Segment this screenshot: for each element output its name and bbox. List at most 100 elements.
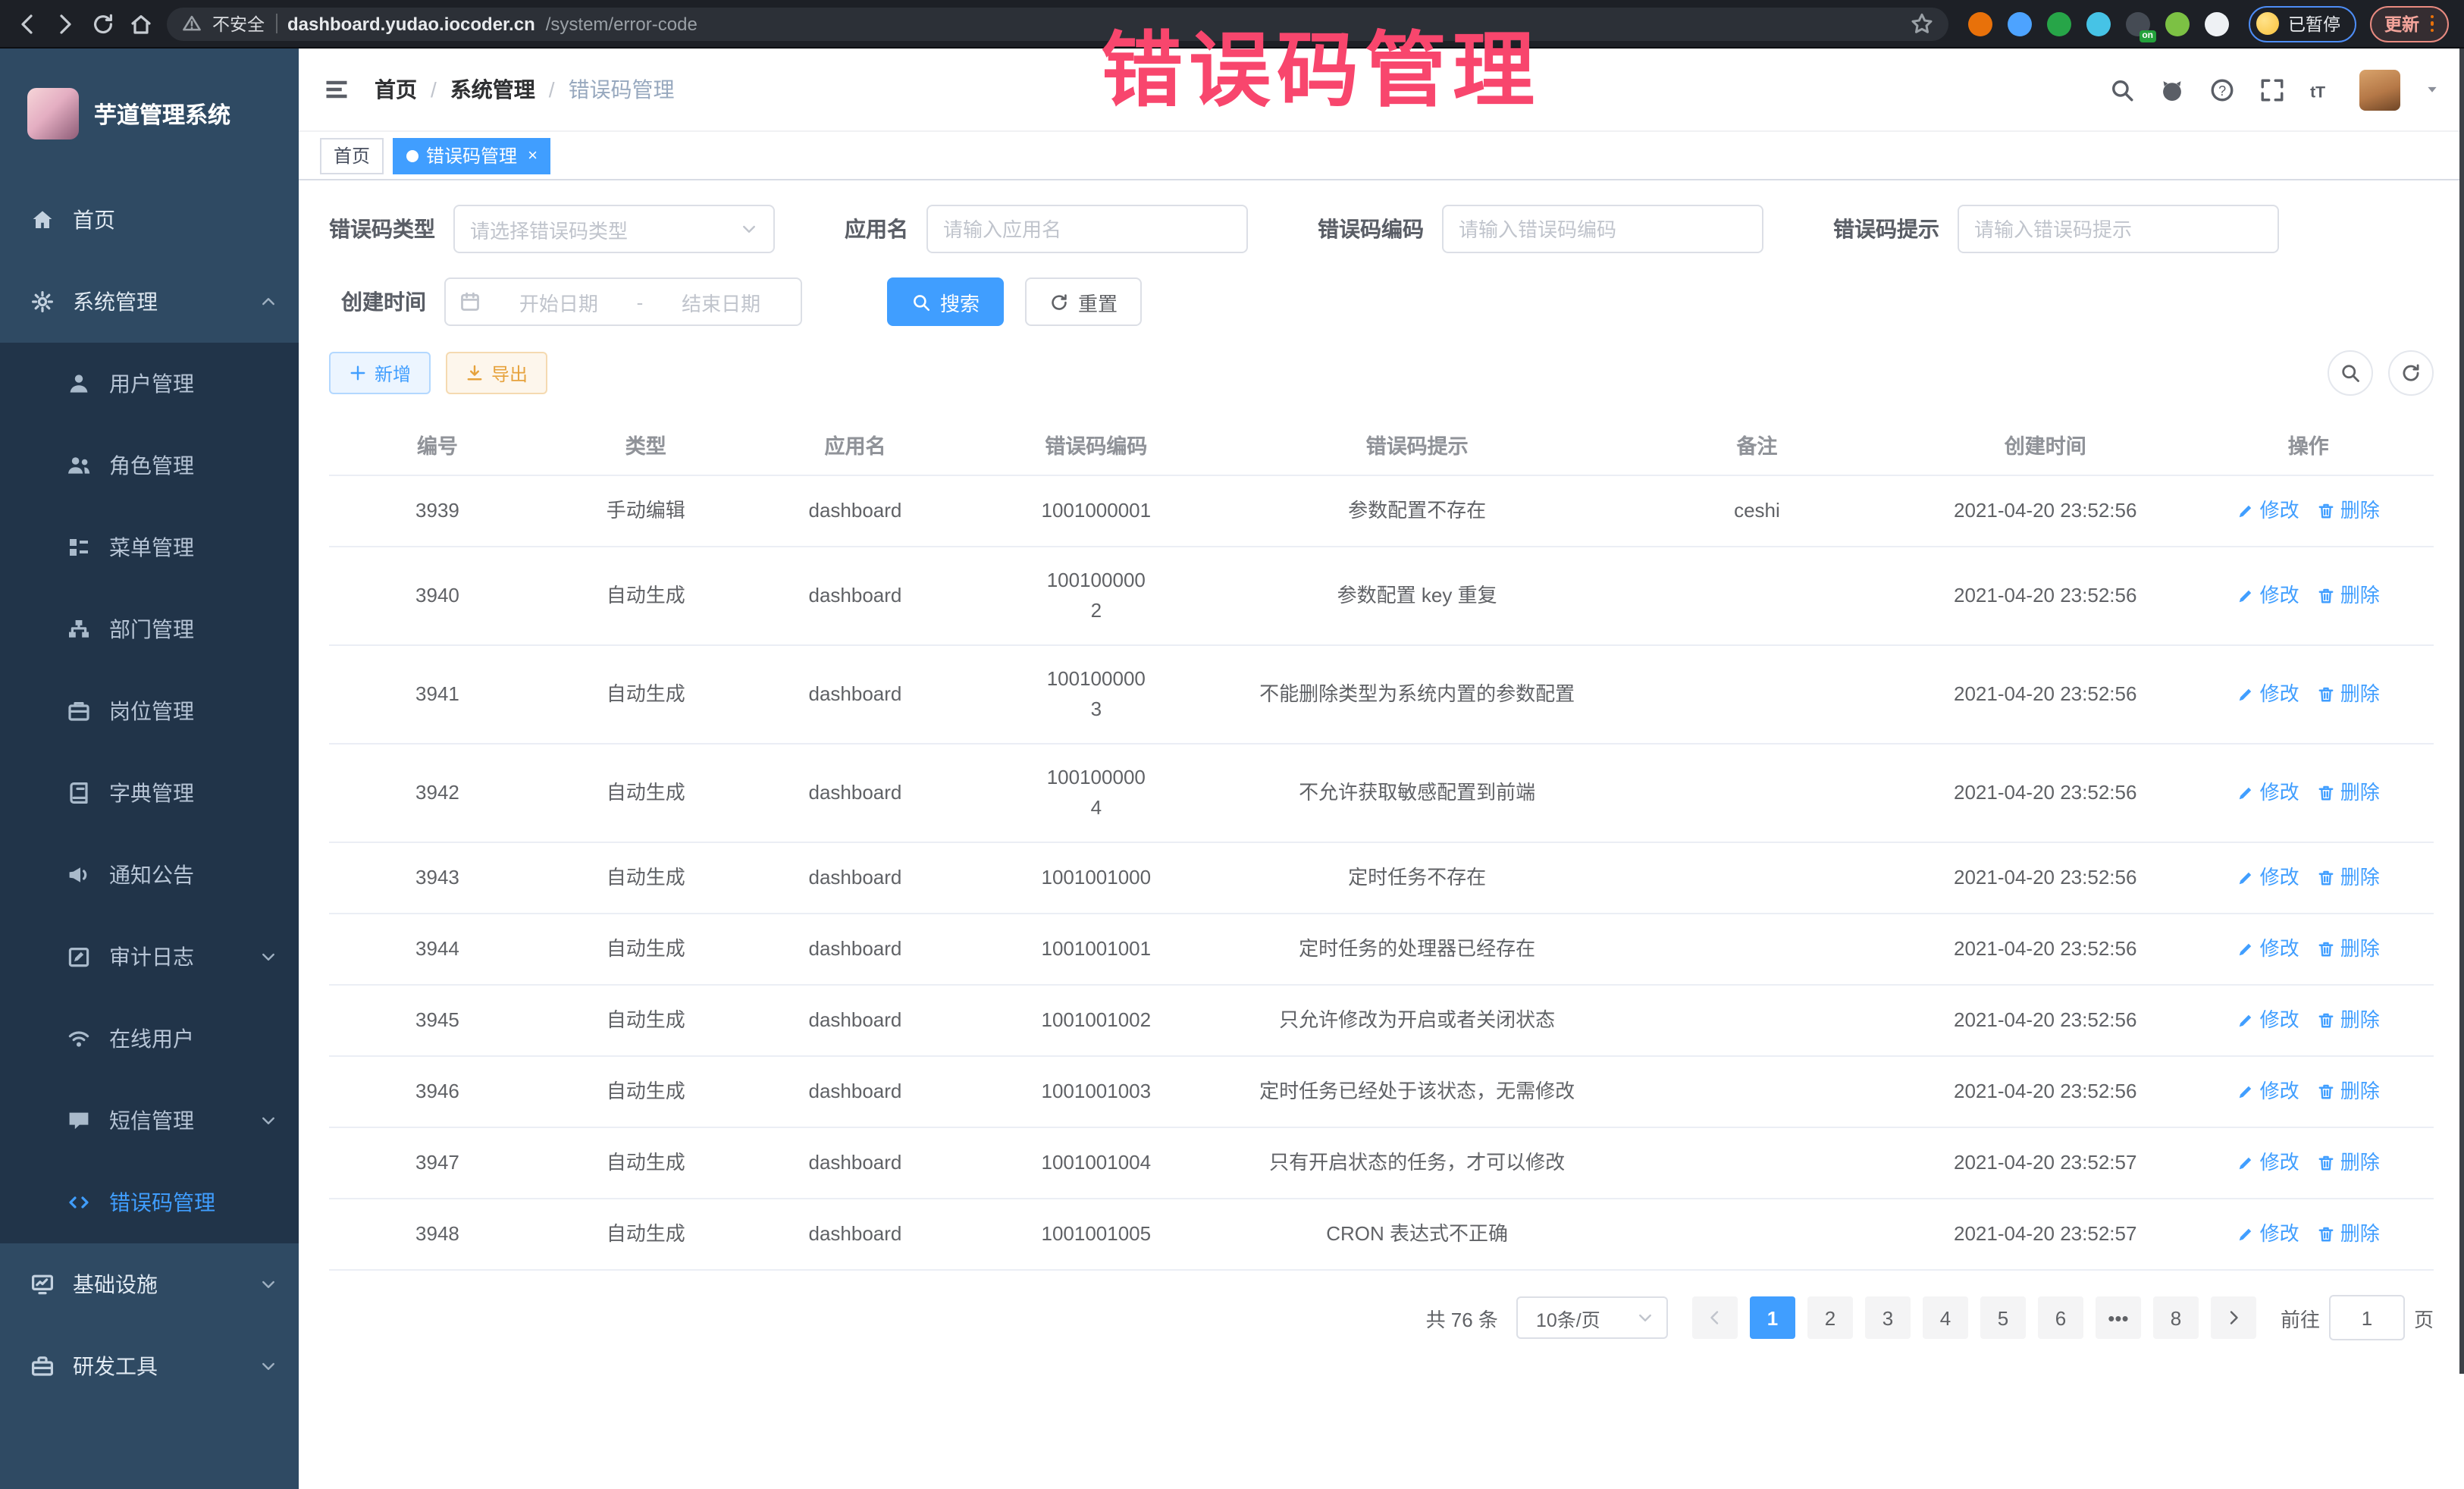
sidebar-item-home[interactable]: 首页: [0, 179, 299, 261]
browser-update-button[interactable]: 更新: [2369, 5, 2449, 42]
table-row[interactable]: 3944自动生成dashboard1001001001定时任务的处理器已经存在2…: [329, 914, 2434, 986]
error-tip-input[interactable]: [1958, 205, 2279, 253]
page-button-1[interactable]: 1: [1750, 1296, 1795, 1339]
end-date-placeholder[interactable]: 结束日期: [655, 287, 787, 316]
forward-icon[interactable]: [53, 11, 77, 36]
delete-link[interactable]: 删除: [2318, 933, 2380, 966]
delete-link[interactable]: 删除: [2318, 776, 2380, 810]
sidebar-item-online-users[interactable]: 在线用户: [0, 998, 299, 1080]
bookmark-star-icon[interactable]: [1911, 12, 1933, 35]
help-icon[interactable]: ?: [2209, 77, 2235, 102]
security-label[interactable]: 不安全: [212, 11, 265, 36]
fullscreen-icon[interactable]: [2259, 77, 2285, 102]
user-avatar[interactable]: [2359, 69, 2400, 110]
sidebar-item-sms-management[interactable]: 短信管理: [0, 1080, 299, 1161]
edit-link[interactable]: 修改: [2237, 1218, 2299, 1251]
edit-link[interactable]: 修改: [2237, 861, 2299, 895]
sidebar-item-infrastructure[interactable]: 基础设施: [0, 1243, 299, 1325]
delete-link[interactable]: 删除: [2318, 1075, 2380, 1108]
error-code-input[interactable]: [1442, 205, 1763, 253]
edit-link[interactable]: 修改: [2237, 1075, 2299, 1108]
table-row[interactable]: 3940自动生成dashboard100100000 2参数配置 key 重复2…: [329, 547, 2434, 646]
delete-link[interactable]: 删除: [2318, 1146, 2380, 1180]
sidebar-item-post-management[interactable]: 岗位管理: [0, 670, 299, 752]
edit-link[interactable]: 修改: [2237, 1004, 2299, 1037]
sidebar-item-department-management[interactable]: 部门管理: [0, 588, 299, 670]
reset-button[interactable]: 重置: [1025, 277, 1142, 326]
breadcrumb-system[interactable]: 系统管理: [450, 74, 535, 105]
table-row[interactable]: 3947自动生成dashboard1001001004只有开启状态的任务，才可以…: [329, 1128, 2434, 1199]
header-search-icon[interactable]: [2109, 77, 2135, 102]
sidebar-item-menu-management[interactable]: 菜单管理: [0, 506, 299, 588]
delete-link[interactable]: 删除: [2318, 678, 2380, 711]
breadcrumb-home[interactable]: 首页: [375, 74, 417, 105]
ext-blue-gem-icon[interactable]: [2008, 11, 2032, 36]
app-logo-row[interactable]: 芋道管理系统: [0, 49, 299, 179]
ext-grid-icon[interactable]: [2086, 11, 2111, 36]
table-row[interactable]: 3943自动生成dashboard1001001000定时任务不存在2021-0…: [329, 843, 2434, 914]
github-icon[interactable]: [2159, 77, 2185, 102]
sidebar-item-dict-management[interactable]: 字典管理: [0, 752, 299, 834]
browser-menu-icon[interactable]: [2430, 15, 2434, 33]
browser-home-icon[interactable]: [129, 11, 153, 36]
next-page-button[interactable]: [2211, 1296, 2256, 1339]
table-row[interactable]: 3941自动生成dashboard100100000 3不能删除类型为系统内置的…: [329, 646, 2434, 744]
delete-link[interactable]: 删除: [2318, 1004, 2380, 1037]
ext-spy-icon[interactable]: [2165, 11, 2190, 36]
edit-link[interactable]: 修改: [2237, 1146, 2299, 1180]
address-bar[interactable]: 不安全 dashboard.yudao.iocoder.cn/system/er…: [167, 7, 1948, 40]
sidebar-item-dev-tools[interactable]: 研发工具: [0, 1325, 299, 1407]
table-row[interactable]: 3939手动编辑dashboard1001000001参数配置不存在ceshi2…: [329, 476, 2434, 547]
ext-puzzle-icon[interactable]: [2205, 11, 2229, 36]
error-type-select[interactable]: 请选择错误码类型: [453, 205, 775, 253]
page-size-select[interactable]: 10条/页: [1516, 1296, 1668, 1339]
page-button-2[interactable]: 2: [1807, 1296, 1853, 1339]
table-row[interactable]: 3942自动生成dashboard100100000 4不允许获取敏感配置到前端…: [329, 744, 2434, 843]
font-size-icon[interactable]: tT: [2309, 77, 2335, 102]
edit-link[interactable]: 修改: [2237, 579, 2299, 613]
search-button[interactable]: 搜索: [887, 277, 1004, 326]
table-row[interactable]: 3948自动生成dashboard1001001005CRON 表达式不正确20…: [329, 1199, 2434, 1271]
page-button-5[interactable]: 5: [1980, 1296, 2026, 1339]
page-button-4[interactable]: 4: [1923, 1296, 1968, 1339]
edit-link[interactable]: 修改: [2237, 776, 2299, 810]
sidebar-item-user-management[interactable]: 用户管理: [0, 343, 299, 425]
edit-link[interactable]: 修改: [2237, 678, 2299, 711]
delete-link[interactable]: 删除: [2318, 861, 2380, 895]
goto-page-input[interactable]: [2329, 1295, 2405, 1340]
app-name-input[interactable]: [926, 205, 1248, 253]
tag-error-code[interactable]: 错误码管理×: [393, 137, 551, 174]
sidebar-item-audit-log[interactable]: 审计日志: [0, 916, 299, 998]
date-range-picker[interactable]: 开始日期 - 结束日期: [444, 277, 802, 326]
page-button-8[interactable]: 8: [2153, 1296, 2199, 1339]
tag-close-icon[interactable]: ×: [528, 146, 538, 165]
start-date-placeholder[interactable]: 开始日期: [493, 287, 625, 316]
refresh-table-button[interactable]: [2388, 350, 2434, 396]
sidebar-item-error-code-management[interactable]: 错误码管理: [0, 1161, 299, 1243]
tag-home[interactable]: 首页: [320, 137, 384, 174]
back-icon[interactable]: [15, 11, 39, 36]
page-button-6[interactable]: 6: [2038, 1296, 2083, 1339]
table-row[interactable]: 3946自动生成dashboard1001001003定时任务已经处于该状态，无…: [329, 1057, 2434, 1128]
export-button[interactable]: 导出: [446, 352, 547, 394]
scrollbar[interactable]: [2459, 49, 2464, 1374]
sidebar-item-role-management[interactable]: 角色管理: [0, 425, 299, 506]
page-button-3[interactable]: 3: [1865, 1296, 1911, 1339]
add-button[interactable]: 新增: [329, 352, 431, 394]
toggle-search-button[interactable]: [2328, 350, 2373, 396]
profile-paused-chip[interactable]: 已暂停: [2249, 5, 2356, 42]
ext-proxy-icon[interactable]: on: [2126, 11, 2150, 36]
ext-orange-ring-icon[interactable]: [1968, 11, 1992, 36]
ext-green-y-icon[interactable]: [2047, 11, 2071, 36]
edit-link[interactable]: 修改: [2237, 494, 2299, 528]
table-row[interactable]: 3945自动生成dashboard1001001002只允许修改为开启或者关闭状…: [329, 986, 2434, 1057]
edit-link[interactable]: 修改: [2237, 933, 2299, 966]
pages-ellipsis[interactable]: •••: [2096, 1296, 2141, 1339]
reload-icon[interactable]: [91, 11, 115, 36]
prev-page-button[interactable]: [1692, 1296, 1738, 1339]
delete-link[interactable]: 删除: [2318, 1218, 2380, 1251]
sidebar-item-notice-announcement[interactable]: 通知公告: [0, 834, 299, 916]
hamburger-icon[interactable]: [323, 76, 350, 103]
sidebar-item-system-management[interactable]: 系统管理: [0, 261, 299, 343]
delete-link[interactable]: 删除: [2318, 579, 2380, 613]
